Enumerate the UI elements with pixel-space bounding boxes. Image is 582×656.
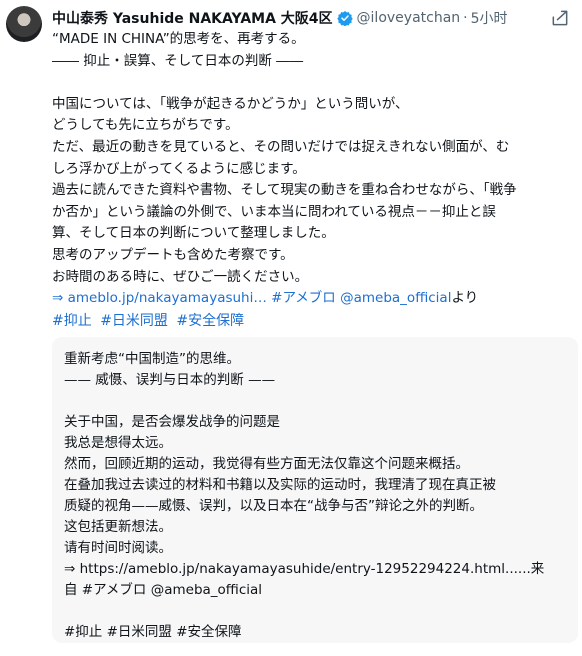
post-time[interactable]: 5小时 xyxy=(471,8,508,28)
author-handle[interactable]: @iloveyatchan xyxy=(357,10,461,26)
translation-line: 这包括更新想法。 xyxy=(64,519,172,535)
hashtag-link[interactable]: #抑止 xyxy=(52,313,92,329)
translation-line: 关于中国，是否会爆发战争的问题是 xyxy=(64,414,280,430)
translation-line xyxy=(64,391,564,412)
post-line: お時間のある時に、ぜひご一読ください。 xyxy=(52,268,309,285)
post-header: 中山泰秀 Yasuhide NAKAYAMA 大阪4区 @iloveyatcha… xyxy=(52,8,542,28)
post-body: “MADE IN CHINA”的思考を、再考する。 ―― 抑止・誤算、そして日本… xyxy=(52,29,572,310)
author-avatar[interactable] xyxy=(6,6,42,42)
post-line: ―― 抑止・誤算、そして日本の判断 ―― xyxy=(52,52,304,69)
post-line: どうしても先に立ちがちです。 xyxy=(52,117,239,134)
post-link-line: ⇒ ameblo.jp/nakayamayasuhi… #アメブロ @ameba… xyxy=(52,288,572,310)
header-separator: · xyxy=(463,10,468,26)
post-line xyxy=(52,72,572,94)
author-name[interactable]: 中山泰秀 Yasuhide NAKAYAMA 大阪4区 xyxy=(52,8,333,28)
mention-link[interactable]: @ameba_official xyxy=(340,290,451,306)
translation-panel: 重新考虑“中国制造”的思维。 —— 威慑、误判与日本的判断 —— 关于中国，是否… xyxy=(52,337,578,643)
post-line: 中国については、「戦争が起きるかどうか」という問いが、 xyxy=(52,95,409,112)
link-arrow: ⇒ xyxy=(52,290,68,307)
translation-line xyxy=(64,601,564,622)
translation-line: 然而，回顾近期的运动，我觉得有些方面无法仅靠这个问题来概括。 xyxy=(64,456,469,472)
link-suffix: より xyxy=(451,290,479,307)
translation-text: 重新考虑“中国制造”的思维。 —— 威慑、误判与日本的判断 —— 关于中国，是否… xyxy=(64,349,564,643)
translation-line: 重新考虑“中国制造”的思维。 xyxy=(64,351,240,367)
translation-line: 质疑的视角——威慑、误判，以及日本在“战争与否”辩论之外的判断。 xyxy=(64,498,483,514)
post-line: しろ浮かび上がってくるように感じます。 xyxy=(52,160,306,177)
hashtag-link[interactable]: #安全保障 xyxy=(176,313,244,329)
verified-badge-icon xyxy=(336,11,353,26)
translation-line: 在叠加我过去读过的材料和书籍以及实际的运动时，我理清了现在真正被 xyxy=(64,477,496,493)
post-line: 思考のアップデートも含めた考察です。 xyxy=(52,246,294,263)
translation-line: —— 威慑、误判与日本的判断 —— xyxy=(64,372,276,388)
translation-line: 自 #アメブロ @ameba_official xyxy=(64,582,263,598)
hashtag-link[interactable]: #日米同盟 xyxy=(100,313,168,329)
post-line: 過去に読んできた資料や書物、そして現実の動きを重ね合わせながら、「戦争 xyxy=(52,182,517,199)
post-hashtags: #抑止 #日米同盟 #安全保障 xyxy=(52,310,248,330)
translation-line: 请有时间时阅读。 xyxy=(64,540,172,556)
post-line: “MADE IN CHINA”的思考を、再考する。 xyxy=(52,31,305,47)
hashtag-link[interactable]: #アメブロ xyxy=(271,290,336,306)
post-line: ただ、最近の動きを見ていると、その問いだけでは捉えきれない側面が、む xyxy=(52,138,510,155)
share-icon[interactable] xyxy=(550,8,570,28)
external-link[interactable]: ameblo.jp/nakayamayasuhi… xyxy=(68,290,267,306)
translation-hashtags: #抑止 #日米同盟 #安全保障 xyxy=(64,624,242,640)
translation-line: ⇒ https://ameblo.jp/nakayamayasuhide/ent… xyxy=(64,561,545,577)
post-line: か否か」という議論の外側で、いま本当に問われている視点－－抑止と誤 xyxy=(52,203,496,220)
translation-line: 我总是想得太远。 xyxy=(64,435,172,451)
post-line: 算、そして日本の判断について整理しました。 xyxy=(52,225,335,242)
